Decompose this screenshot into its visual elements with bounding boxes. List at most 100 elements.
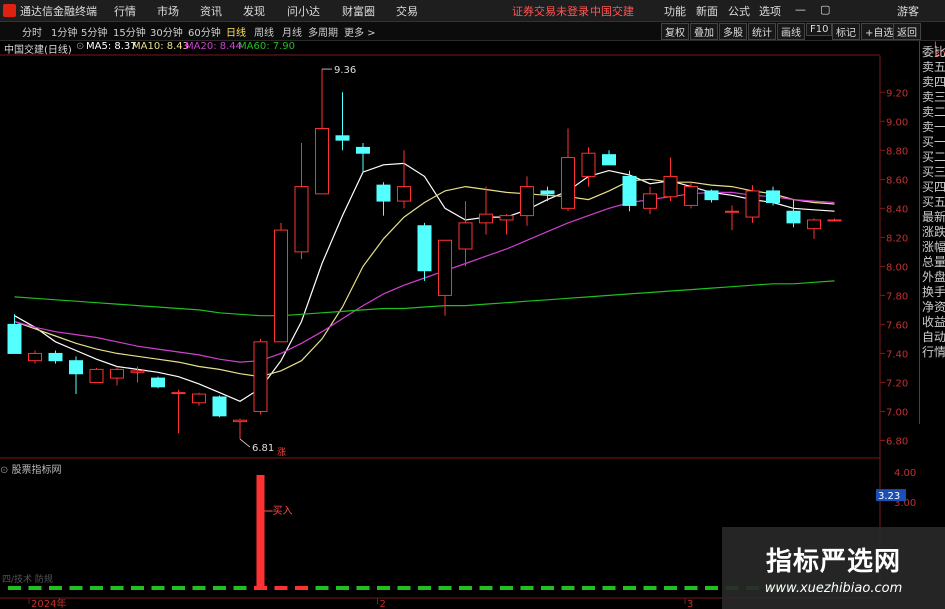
ma60-line: [14, 280, 835, 317]
candle-body: [745, 190, 760, 218]
candle: [294, 143, 309, 260]
candle-body: [643, 193, 657, 209]
quote-field-label[interactable]: 自动: [922, 330, 945, 344]
indicator-band-segment: [233, 586, 247, 590]
candle-body: [171, 392, 186, 395]
candle: [315, 69, 329, 195]
indicator-band-segment: [438, 586, 452, 590]
quote-field-label: 买四: [922, 180, 945, 194]
candle: [151, 376, 165, 389]
indicator-band-segment: [192, 586, 206, 590]
candle-body: [663, 175, 678, 198]
indicator-band-segment: [254, 586, 267, 590]
indicator-band-segment: [377, 586, 390, 590]
quote-field-label[interactable]: 行情: [922, 345, 945, 359]
candle-body: [7, 323, 22, 354]
quote-field-label: 买三: [922, 165, 945, 179]
current-value-label: 3.23: [878, 491, 900, 502]
date-tick-label: 2024年: [31, 597, 66, 609]
candle: [438, 239, 452, 316]
candle: [7, 314, 22, 354]
candle-body: [192, 393, 206, 404]
candle-body: [725, 210, 739, 213]
candle-body: [499, 215, 514, 221]
indicator-band-segment: [315, 586, 329, 590]
indicator-band-segment: [213, 586, 226, 590]
indicator-band-segment: [418, 586, 431, 590]
indicator-tick-label: 4.00: [894, 468, 916, 479]
candle-body: [786, 210, 801, 224]
candle-body: [376, 184, 391, 202]
quote-field-label: 委比: [922, 45, 945, 59]
candle: [397, 150, 411, 209]
candle-body: [520, 186, 534, 217]
candle-body: [397, 186, 411, 202]
candle: [69, 356, 83, 395]
candle-body: [89, 368, 104, 383]
quote-field-label: 涨跌: [922, 225, 945, 239]
indicator-band-segment: [69, 586, 83, 590]
date-tick-label: 3: [687, 599, 693, 609]
candle-body: [151, 377, 165, 388]
candlestick-chart[interactable]: 9.20 9.00 8.80 8.60 8.40 8.20 8.00 7.80 7.60 7.40…: [0, 0, 945, 609]
indicator-band-segment: [295, 586, 308, 590]
candle-body: [602, 154, 616, 166]
candle: [602, 150, 616, 166]
price-tick-label: 8.00: [886, 262, 908, 273]
indicator-settings-icon[interactable]: ⊙: [0, 465, 12, 476]
indicator-band-segment: [582, 586, 595, 590]
price-tick-label: 6.80: [886, 436, 908, 447]
indicator-footnote: 四/技术 防规: [2, 573, 53, 585]
indicator-band-segment: [705, 586, 718, 590]
date-tick-label: 2: [380, 599, 386, 609]
candle: [561, 128, 575, 212]
indicator-band-segment: [151, 586, 165, 590]
indicator-band-segment: [131, 586, 144, 590]
indicator-band-segment: [397, 586, 411, 590]
candle: [725, 205, 739, 231]
candle-body: [294, 186, 309, 253]
price-tick-label: 7.00: [886, 407, 908, 418]
quote-field-label: 卖三: [922, 90, 945, 104]
candle: [766, 186, 780, 206]
date-axis: 2024年 2 3: [28, 597, 693, 609]
quote-field-label: 收益: [922, 315, 945, 329]
candle-body: [438, 239, 452, 296]
indicator-band-segment: [561, 586, 575, 590]
indicator-band-segment: [500, 586, 513, 590]
candle: [499, 214, 514, 235]
candle-body: [540, 190, 555, 195]
quote-field-label: 卖四: [922, 75, 945, 89]
candle: [356, 143, 370, 173]
candle-body: [315, 128, 329, 195]
indicator-band-segment: [28, 586, 42, 590]
candle-body: [479, 213, 493, 224]
candle: [807, 218, 821, 239]
indicator-band-segment: [602, 586, 616, 590]
price-tick-label: 7.20: [886, 378, 908, 389]
candle-body: [130, 370, 145, 373]
indicator-band-segment: [110, 586, 124, 590]
indicator-band-segment: [274, 586, 288, 590]
signal-marker: 涨: [277, 447, 286, 458]
candle: [581, 147, 596, 187]
price-tick-label: 9.00: [886, 117, 908, 128]
candle-body: [110, 368, 124, 379]
price-tick-label: 8.60: [886, 175, 908, 186]
candle-body: [827, 219, 842, 222]
candle: [233, 418, 247, 440]
candle: [458, 201, 473, 267]
indicator-band-segment: [541, 586, 554, 590]
candle-body: [48, 352, 63, 362]
watermark-title: 指标严选网: [765, 547, 901, 577]
price-tick-label: 7.40: [886, 349, 908, 360]
candle: [110, 366, 124, 386]
candle: [622, 170, 637, 212]
indicator-band-segment: [459, 586, 472, 590]
candle-body: [233, 419, 247, 423]
price-tick-label: 7.60: [886, 320, 908, 331]
annotation-label: 6.81: [252, 443, 274, 454]
candle: [827, 218, 842, 222]
candle-body: [561, 157, 575, 209]
candle-body: [253, 341, 268, 412]
